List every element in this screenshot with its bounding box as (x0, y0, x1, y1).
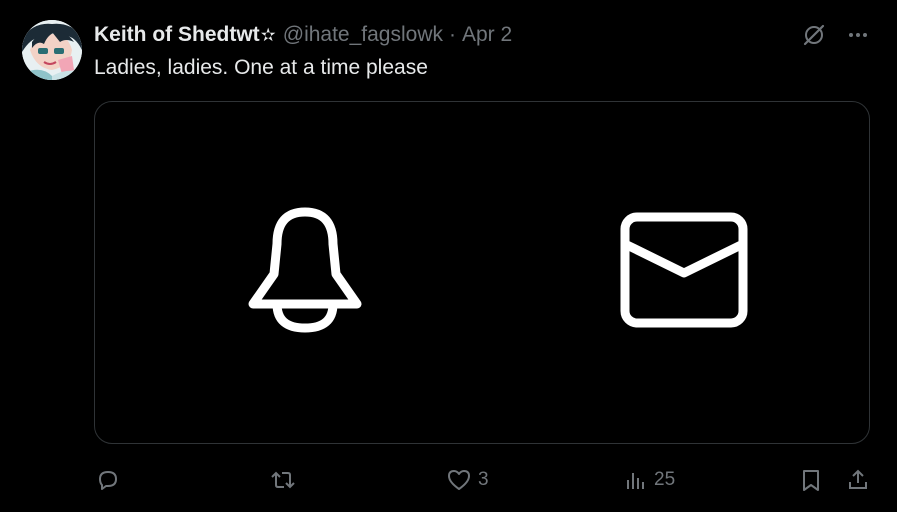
separator-dot: · (449, 23, 456, 46)
share-icon (849, 469, 867, 489)
repost-button[interactable] (270, 465, 302, 495)
tweet-media[interactable] (94, 101, 870, 444)
like-count: 3 (478, 469, 489, 490)
views-count: 25 (654, 469, 676, 490)
more-options-icon[interactable] (845, 22, 871, 48)
share-button[interactable] (846, 465, 870, 495)
tweet-header: Keith of Shedtwt ✫ @ihate_fagslowk · Apr… (94, 22, 512, 48)
grok-icon[interactable] (801, 22, 827, 48)
repost-icon (271, 471, 295, 489)
tweet: Keith of Shedtwt ✫ @ihate_fagslowk · Apr… (0, 0, 897, 512)
reply-icon (99, 471, 117, 490)
heart-icon (448, 470, 470, 490)
user-handle[interactable]: @ihate_fagslowk (283, 23, 443, 47)
bell-icon (248, 207, 362, 333)
like-button[interactable]: 3 (446, 465, 489, 495)
star-badge-icon: ✫ (260, 24, 276, 46)
top-actions (801, 22, 871, 48)
tweet-text: Ladies, ladies. One at a time please (94, 56, 428, 79)
bookmark-button[interactable] (800, 465, 822, 495)
mail-icon (620, 212, 748, 328)
tweet-actions: 3 25 (94, 465, 874, 495)
views-icon (627, 473, 644, 489)
display-name[interactable]: Keith of Shedtwt (94, 23, 260, 47)
bookmark-icon (803, 470, 819, 491)
avatar[interactable] (22, 20, 82, 80)
views-button[interactable]: 25 (624, 465, 675, 495)
tweet-date[interactable]: Apr 2 (462, 23, 512, 47)
reply-button[interactable] (96, 465, 126, 495)
avatar-image (22, 20, 82, 80)
